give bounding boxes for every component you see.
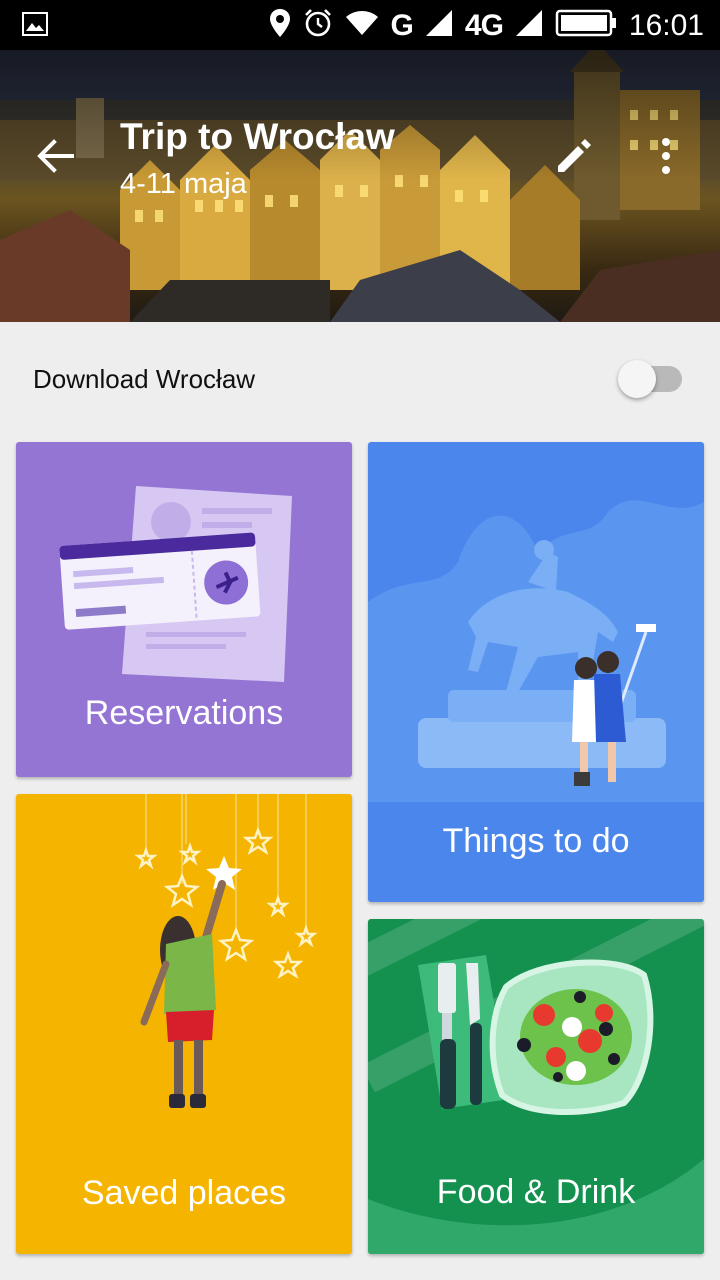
trip-header: Trip to Wrocław 4-11 maja: [0, 50, 720, 322]
stars-illustration: [134, 794, 318, 1108]
food-and-drink-card[interactable]: Food & Drink: [368, 919, 704, 1254]
signal-icon: [425, 9, 453, 42]
things-to-do-label: Things to do: [442, 822, 630, 860]
reservations-label: Reservations: [84, 694, 284, 732]
alarm-icon: [303, 8, 333, 43]
pencil-icon: [558, 139, 591, 172]
reservations-card[interactable]: Reservations: [16, 442, 352, 777]
download-toggle[interactable]: [618, 360, 684, 400]
network-type-label-2: 4G: [464, 8, 504, 42]
food-and-drink-label: Food & Drink: [436, 1173, 636, 1211]
download-row[interactable]: Download Wrocław: [0, 330, 720, 430]
status-bar: G 4G 16:01: [0, 0, 720, 50]
things-to-do-card[interactable]: Things to do: [368, 442, 704, 902]
toggle-thumb: [618, 360, 656, 398]
download-label: Download Wrocław: [33, 364, 256, 394]
image-icon: [22, 12, 48, 41]
battery-icon: [555, 9, 617, 42]
saved-places-label: Saved places: [81, 1174, 287, 1212]
tickets-illustration: [59, 486, 292, 682]
clock: 16:01: [628, 8, 704, 42]
back-button[interactable]: [34, 134, 78, 178]
trip-dates: 4-11 maja: [120, 168, 247, 200]
location-icon: [269, 8, 291, 43]
network-type-label: G: [390, 8, 414, 42]
wifi-icon: [345, 10, 379, 41]
header-shade: [0, 50, 720, 180]
arrow-back-icon: [37, 139, 74, 173]
more-vert-icon: [662, 138, 670, 174]
saved-places-card[interactable]: Saved places: [16, 794, 352, 1254]
statue-illustration: [368, 500, 704, 802]
edit-button[interactable]: [552, 134, 596, 178]
more-options-button[interactable]: [650, 134, 682, 178]
signal-icon-2: [515, 9, 543, 42]
trip-title: Trip to Wrocław: [120, 116, 395, 157]
